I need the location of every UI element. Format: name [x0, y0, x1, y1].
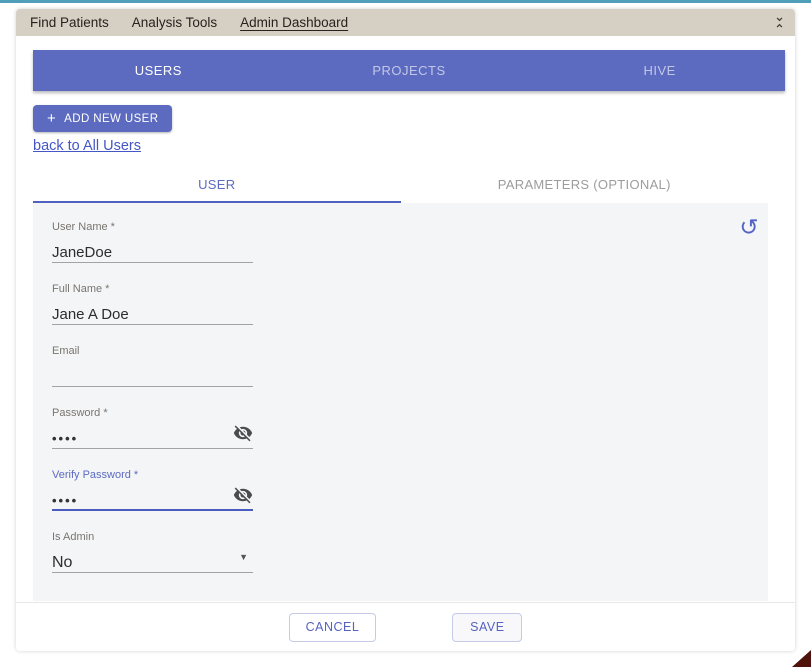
field-full-name: Full Name * Jane A Doe — [52, 283, 253, 325]
tab-hive[interactable]: HIVE — [534, 50, 785, 91]
visibility-off-icon — [233, 423, 253, 443]
cancel-button[interactable]: CANCEL — [289, 613, 377, 642]
nav-item-analysis-tools[interactable]: Analysis Tools — [132, 15, 217, 30]
verify-password-label: Verify Password * — [52, 469, 253, 482]
plus-icon: + — [47, 111, 56, 126]
verify-password-input[interactable]: •••• — [52, 490, 253, 511]
field-is-admin: Is Admin No ▼ — [52, 531, 253, 573]
collapse-window-button[interactable] — [769, 13, 789, 33]
email-label: Email — [52, 345, 253, 358]
form-footer: CANCEL SAVE — [16, 602, 795, 651]
subtab-parameters[interactable]: PARAMETERS (OPTIONAL) — [401, 167, 769, 203]
password-input[interactable]: •••• — [52, 428, 253, 449]
toggle-password-visibility-button[interactable] — [233, 423, 253, 443]
full-name-input[interactable]: Jane A Doe — [52, 304, 253, 325]
field-password: Password * •••• — [52, 407, 253, 449]
email-input[interactable] — [52, 366, 253, 387]
main-tabbar: USERS PROJECTS HIVE — [33, 50, 785, 91]
full-name-label: Full Name * — [52, 283, 253, 296]
visibility-off-icon — [233, 485, 253, 505]
user-form-panel: ↺ User Name * JaneDoe Full Name * Jane A… — [33, 203, 768, 601]
user-name-input[interactable]: JaneDoe — [52, 242, 253, 263]
user-name-label: User Name * — [52, 221, 253, 234]
back-to-all-users-link[interactable]: back to All Users — [33, 138, 141, 154]
unfold-less-icon — [772, 15, 787, 30]
field-verify-password: Verify Password * •••• — [52, 469, 253, 511]
cursor-artifact — [792, 650, 811, 667]
is-admin-label: Is Admin — [52, 531, 253, 544]
nav-item-admin-dashboard[interactable]: Admin Dashboard — [240, 15, 348, 30]
form-fields: User Name * JaneDoe Full Name * Jane A D… — [52, 221, 262, 593]
field-email: Email — [52, 345, 253, 387]
save-button[interactable]: SAVE — [452, 613, 522, 642]
nav-item-find-patients[interactable]: Find Patients — [30, 15, 109, 30]
tab-users[interactable]: USERS — [33, 50, 284, 91]
form-subtabs: USER PARAMETERS (OPTIONAL) — [33, 167, 768, 203]
reset-form-icon[interactable]: ↺ — [737, 215, 761, 239]
add-new-user-button[interactable]: + ADD NEW USER — [33, 105, 172, 132]
top-navbar: Find Patients Analysis Tools Admin Dashb… — [16, 9, 795, 36]
is-admin-select[interactable]: No — [52, 552, 253, 573]
add-new-user-label: ADD NEW USER — [64, 113, 158, 125]
app-window: Find Patients Analysis Tools Admin Dashb… — [16, 9, 795, 651]
field-user-name: User Name * JaneDoe — [52, 221, 253, 263]
toggle-verify-password-visibility-button[interactable] — [233, 485, 253, 505]
top-accent-strip — [0, 0, 811, 3]
tab-projects[interactable]: PROJECTS — [284, 50, 535, 91]
subtab-user[interactable]: USER — [33, 167, 401, 203]
password-label: Password * — [52, 407, 253, 420]
